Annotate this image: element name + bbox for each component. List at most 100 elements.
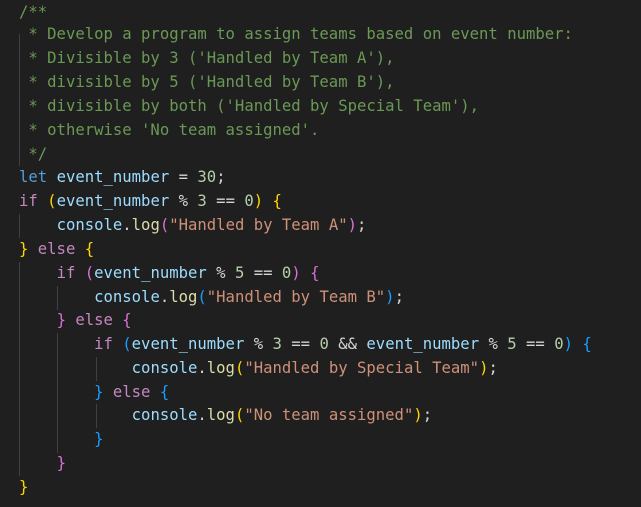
code-line[interactable]: if (event_number % 5 == 0) { <box>19 261 320 285</box>
code-line[interactable]: console.log("No team assigned"); <box>19 403 432 427</box>
code-token: console <box>131 359 198 377</box>
code-token: && <box>328 335 367 353</box>
code-line[interactable]: console.log("Handled by Team A"); <box>19 213 367 237</box>
code-token: } <box>56 454 66 472</box>
code-line[interactable]: if (event_number % 3 == 0) { <box>19 189 282 213</box>
code-token: 30 <box>197 168 217 186</box>
code-token: 0 <box>319 335 329 353</box>
code-token: event_number <box>56 168 170 186</box>
code-token: ; <box>488 359 498 377</box>
code-token: ; <box>357 216 367 234</box>
code-line[interactable]: } else { <box>19 237 94 261</box>
code-line[interactable]: } else { <box>19 380 169 404</box>
code-line[interactable]: if (event_number % 3 == 0 && event_numbe… <box>19 332 592 356</box>
code-token: { <box>272 192 282 210</box>
code-line[interactable]: console.log("Handled by Team B"); <box>19 285 404 309</box>
code-token: event_number <box>56 192 170 210</box>
code-line[interactable]: } <box>19 427 104 451</box>
code-token: event_number <box>94 264 207 282</box>
code-token: ( <box>197 288 207 306</box>
code-line[interactable]: } <box>19 451 66 475</box>
code-token: 0 <box>554 335 564 353</box>
code-token: else <box>37 240 76 258</box>
code-token: /** <box>19 3 48 21</box>
code-token: { <box>159 383 170 401</box>
code-token: ( <box>122 335 132 353</box>
code-token: } <box>19 240 29 258</box>
code-editor[interactable]: /** * Develop a program to assign teams … <box>0 0 641 507</box>
code-token: == <box>281 335 320 353</box>
code-token: console <box>94 288 160 306</box>
code-token: ( <box>159 216 170 234</box>
code-token: % <box>169 192 198 210</box>
code-token: ) <box>253 192 264 210</box>
code-token: { <box>122 311 132 329</box>
code-token: "Handled by Team B" <box>206 288 386 306</box>
code-line[interactable]: let event_number = 30; <box>19 165 226 189</box>
code-token: ) <box>291 264 301 282</box>
code-token: if <box>19 192 38 210</box>
code-line[interactable]: * otherwise 'No team assigned'. <box>19 118 319 142</box>
code-token: ( <box>47 192 57 210</box>
code-token: */ <box>19 145 48 163</box>
code-line[interactable]: /** <box>19 0 47 24</box>
code-token: ( <box>234 359 245 377</box>
code-token: } <box>19 478 29 496</box>
code-token: let <box>19 168 48 186</box>
code-token: "No team assigned" <box>244 406 414 424</box>
code-line[interactable]: * Divisible by 3 ('Handled by Team A'), <box>19 46 395 70</box>
code-token: == <box>516 335 555 353</box>
code-token: { <box>310 264 320 282</box>
code-line[interactable]: * divisible by both ('Handled by Special… <box>19 94 479 118</box>
code-line[interactable]: */ <box>19 142 47 166</box>
code-token: ( <box>234 406 245 424</box>
code-token: ) <box>413 406 423 424</box>
code-token: ) <box>563 335 573 353</box>
code-token: event_number <box>366 335 480 353</box>
code-token: if <box>56 264 76 282</box>
code-token: ) <box>385 288 395 306</box>
code-token: ( <box>84 264 95 282</box>
code-token: * otherwise 'No team assigned'. <box>19 121 320 139</box>
code-token: % <box>479 335 508 353</box>
code-token: . <box>159 288 170 306</box>
code-line[interactable]: console.log("Handled by Special Team"); <box>19 356 498 380</box>
code-token: ) <box>347 216 358 234</box>
code-token: 3 <box>197 192 207 210</box>
code-token: * Divisible by 3 ('Handled by Team A'), <box>19 49 395 67</box>
code-token: ; <box>422 406 433 424</box>
code-token: 0 <box>281 264 292 282</box>
code-token: } <box>94 430 104 448</box>
code-line[interactable]: * Develop a program to assign teams base… <box>19 22 573 46</box>
code-token: console <box>56 216 123 234</box>
code-token: log <box>206 359 235 377</box>
code-token: } <box>94 383 104 401</box>
code-line[interactable]: } else { <box>19 308 132 332</box>
code-line[interactable]: * divisible by 5 ('Handled by Team B'), <box>19 70 394 94</box>
code-token: . <box>197 359 207 377</box>
code-token: 3 <box>272 335 282 353</box>
code-line[interactable]: } <box>19 475 28 499</box>
code-token: console <box>131 406 198 424</box>
code-token: log <box>206 406 235 424</box>
code-token: log <box>169 288 198 306</box>
code-token: * Develop a program to assign teams base… <box>19 25 573 43</box>
code-token: == <box>206 192 245 210</box>
code-token: 5 <box>507 335 517 353</box>
